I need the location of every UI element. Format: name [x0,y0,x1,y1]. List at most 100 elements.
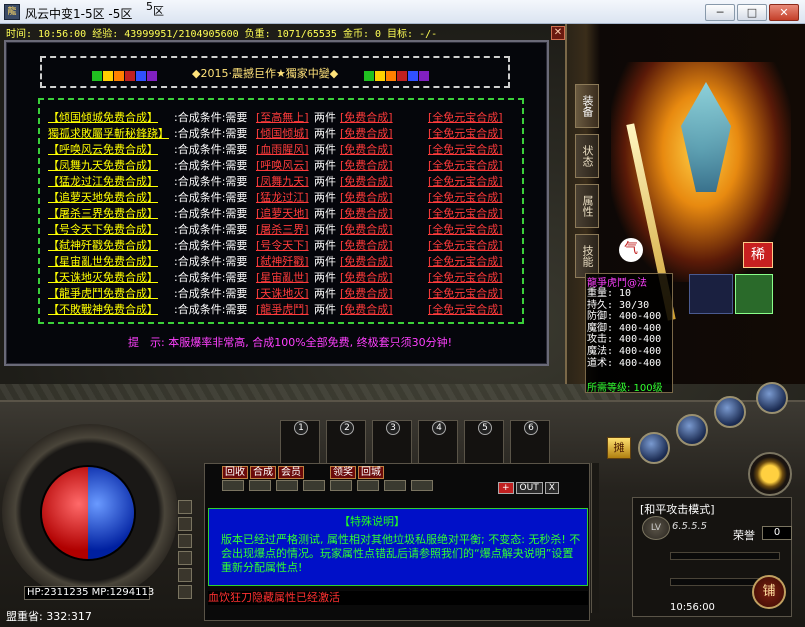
skill-orb-button[interactable] [638,432,670,464]
tab-status[interactable]: 状态 [575,134,599,178]
belt-slot[interactable]: 3 [372,420,412,464]
ingot-synthesis-link[interactable]: [全免元宝合成] [428,126,503,142]
attack-mode-label[interactable]: [和平攻击模式] [640,501,715,517]
free-synthesis-link[interactable]: [免费合成] [340,286,393,302]
equipment-slot[interactable] [689,274,733,314]
free-synthesis-link[interactable]: [免费合成] [340,126,393,142]
free-synthesis-link[interactable]: [免费合成] [340,222,393,238]
synthesis-required-item[interactable]: [凤舞九天] [256,174,309,190]
shop-button[interactable]: 铺 [752,575,786,609]
synthesis-item-link[interactable]: 【不敗戰神免费合成】 [48,302,158,318]
synthesis-item-link[interactable]: 【屠杀三界免费合成】 [48,206,158,222]
synthesis-item-link[interactable]: 【号令天下免费合成】 [48,222,158,238]
ingot-synthesis-link[interactable]: [全免元宝合成] [428,174,503,190]
free-synthesis-link[interactable]: [免费合成] [340,206,393,222]
side-button[interactable] [178,568,192,582]
synthesis-item-link[interactable]: 【天诛地灭免费合成】 [48,270,158,286]
ingot-synthesis-link[interactable]: [全免元宝合成] [428,270,503,286]
synthesis-item-link[interactable]: 【追萝天地免费合成】 [48,190,158,206]
synthesis-required-item[interactable]: [猛龙过江] [256,190,309,206]
synthesis-required-item[interactable]: [追萝天地] [256,206,309,222]
synthesis-required-item[interactable]: [号令天下] [256,238,309,254]
free-synthesis-link[interactable]: [免费合成] [340,174,393,190]
chat-mode-button[interactable] [303,480,325,491]
chat-mode-button[interactable] [249,480,271,491]
skill-orb-button[interactable] [714,396,746,428]
ingot-synthesis-link[interactable]: [全免元宝合成] [428,222,503,238]
chat-mode-button[interactable] [357,480,379,491]
free-synthesis-link[interactable]: [免费合成] [340,270,393,286]
synthesis-required-item[interactable]: [弑神歼戳] [256,254,309,270]
ingot-synthesis-link[interactable]: [全免元宝合成] [428,142,503,158]
synthesis-item-link[interactable]: 【呼唤风云免费合成】 [48,142,158,158]
belt-slot[interactable]: 6 [510,420,550,464]
synthesis-required-item[interactable]: [血雨腥风] [256,142,309,158]
ingot-synthesis-link[interactable]: [全免元宝合成] [428,110,503,126]
maximize-button[interactable]: □ [737,4,767,21]
chat-tab-recycle[interactable]: 回收 [222,466,248,479]
synthesis-item-link[interactable]: 【龍爭虎鬥免费合成】 [48,286,158,302]
ingot-synthesis-link[interactable]: [全免元宝合成] [428,190,503,206]
belt-slot[interactable]: 2 [326,420,366,464]
ingot-synthesis-link[interactable]: [全免元宝合成] [428,238,503,254]
synthesis-item-link[interactable]: 【弑神歼戳免费合成】 [48,238,158,254]
tab-attributes[interactable]: 属性 [575,184,599,228]
minimize-button[interactable]: ─ [705,4,735,21]
synthesis-required-item[interactable]: [屠杀三界] [256,222,309,238]
synthesis-item-link[interactable]: 【倾国倾城免费合成】 [48,110,158,126]
skill-orb-button[interactable] [756,382,788,414]
side-button[interactable] [178,517,192,531]
chat-close-button[interactable]: X [544,482,559,494]
chat-mode-button[interactable] [276,480,298,491]
chat-mode-button[interactable] [330,480,352,491]
synthesis-item-link[interactable]: 獨孤求敗屬孚斬秘鋒跷】 [48,126,169,142]
synthesis-required-item[interactable]: [龍爭虎鬥] [256,302,309,318]
ingot-synthesis-link[interactable]: [全免元宝合成] [428,302,503,318]
free-synthesis-link[interactable]: [免费合成] [340,254,393,270]
chat-tab-member[interactable]: 会员 [278,466,304,479]
synthesis-required-item[interactable]: [星宙亂世] [256,270,309,286]
chat-scrollbar[interactable] [591,463,599,613]
synthesis-required-item[interactable]: [呼唤风云] [256,158,309,174]
chat-mode-button[interactable] [384,480,406,491]
free-synthesis-link[interactable]: [免费合成] [340,302,393,318]
ingot-synthesis-link[interactable]: [全免元宝合成] [428,286,503,302]
chat-mode-button[interactable] [222,480,244,491]
pet-slot[interactable] [735,274,773,314]
synthesis-required-item[interactable]: [天诛地灭] [256,286,309,302]
chat-tab-return-city[interactable]: 回城 [358,466,384,479]
belt-slot[interactable]: 1 [280,420,320,464]
chat-expand-button[interactable]: + [498,482,514,494]
sell-stall-button[interactable]: 摊 [607,437,631,459]
skill-orb-button[interactable] [676,414,708,446]
chat-mode-button[interactable] [411,480,433,491]
free-synthesis-link[interactable]: [免费合成] [340,158,393,174]
tab-equipment[interactable]: 装备 [575,84,599,128]
synthesis-item-link[interactable]: 【凤舞九天免费合成】 [48,158,158,174]
side-button[interactable] [178,551,192,565]
free-synthesis-link[interactable]: [免费合成] [340,190,393,206]
side-button[interactable] [178,534,192,548]
ingot-synthesis-link[interactable]: [全免元宝合成] [428,254,503,270]
synthesis-item-link[interactable]: 【猛龙过江免费合成】 [48,174,158,190]
chat-tab-reward[interactable]: 领奖 [330,466,356,479]
synthesis-required-item[interactable]: [至高無上] [256,110,309,126]
close-window-button[interactable]: ✕ [769,4,799,21]
dialog-close-button[interactable]: ✕ [551,26,565,40]
side-button[interactable] [178,500,192,514]
chat-out-button[interactable]: OUT [515,482,543,494]
chat-input[interactable]: 血饮狂刀隐藏属性已经激活 [208,591,588,605]
banner-color-block [103,71,113,81]
tab-skills[interactable]: 技能 [575,234,599,278]
ingot-synthesis-link[interactable]: [全免元宝合成] [428,158,503,174]
side-button[interactable] [178,585,192,599]
chat-tab-synthesis[interactable]: 合成 [250,466,276,479]
free-synthesis-link[interactable]: [免费合成] [340,142,393,158]
synthesis-item-link[interactable]: 【星宙亂世免费合成】 [48,254,158,270]
free-synthesis-link[interactable]: [免费合成] [340,110,393,126]
belt-slot[interactable]: 5 [464,420,504,464]
belt-slot[interactable]: 4 [418,420,458,464]
synthesis-required-item[interactable]: [倾国倾城] [256,126,309,142]
ingot-synthesis-link[interactable]: [全免元宝合成] [428,206,503,222]
free-synthesis-link[interactable]: [免费合成] [340,238,393,254]
